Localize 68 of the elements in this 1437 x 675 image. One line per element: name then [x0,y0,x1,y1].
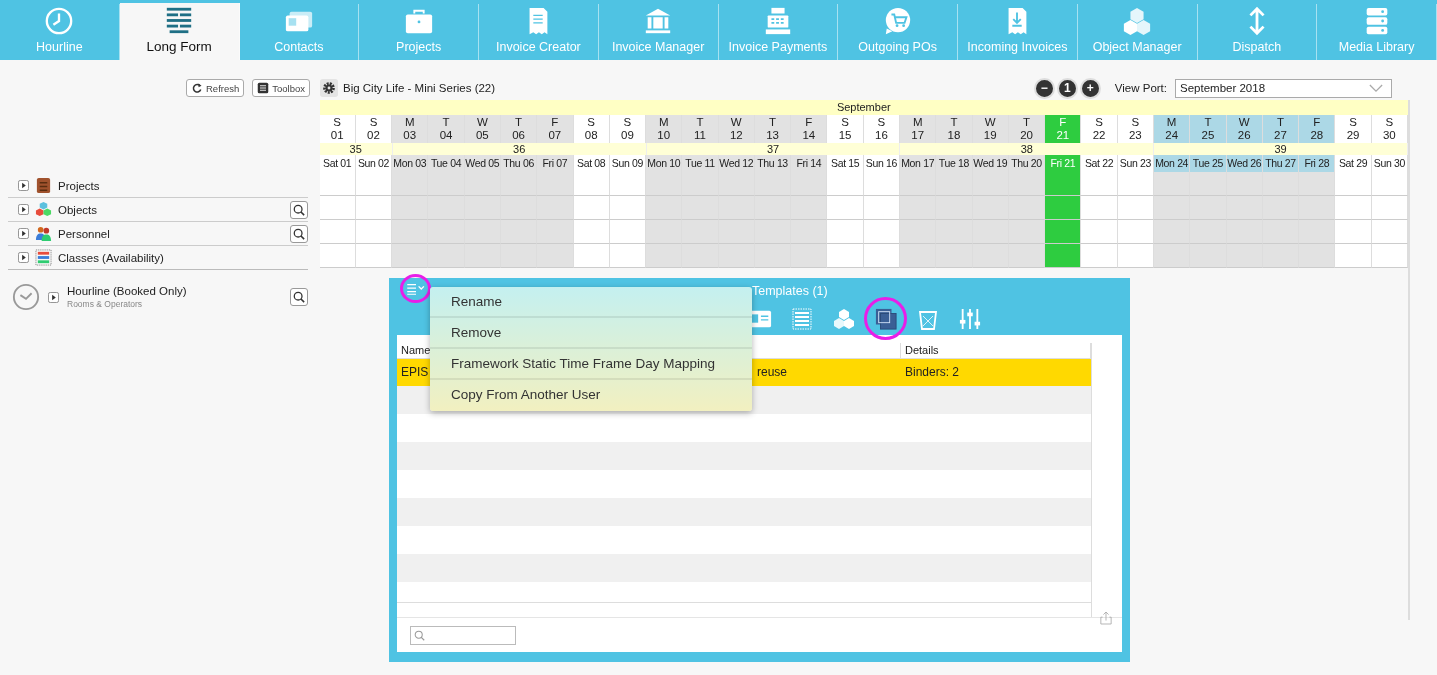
day-header: S 02 [355,115,393,143]
day-header: S 01 [319,115,356,143]
day-label: Fri 14 [791,155,828,172]
day-label: Mon 24 [1154,155,1191,172]
day-label: Wed 05 [464,155,501,172]
day-label: Fri 07 [537,155,574,172]
viewport-label: View Port: [1114,82,1167,94]
panel-title: Templates (1) [752,283,828,300]
table-cell: EPIS [401,365,429,379]
day-header: W 05 [464,115,501,143]
day-header: W 12 [718,115,755,143]
day-header: T 06 [500,115,538,143]
day-label: Fri 28 [1299,155,1336,172]
day-header: W 19 [972,115,1009,143]
day-header: M 24 [1154,115,1191,143]
day-label: Wed 19 [972,155,1009,172]
day-header: T 20 [1008,115,1046,143]
day-label: Fri 21 [1045,155,1082,172]
day-header: M 10 [646,115,683,143]
day-header: M 03 [392,115,429,143]
day-label: Sun 16 [863,155,901,172]
day-label: Thu 20 [1008,155,1046,172]
day-label: Thu 13 [754,155,792,172]
day-label: Sat 22 [1081,155,1118,172]
day-header: S 29 [1335,115,1372,143]
day-label: Sat 29 [1335,155,1372,172]
day-header: S 30 [1371,115,1408,143]
day-header: S 16 [863,115,901,143]
day-label: Sat 01 [319,155,356,172]
day-label: Sun 09 [609,155,647,172]
day-label: Tue 25 [1190,155,1227,172]
day-header: F 07 [537,115,574,143]
day-header: W 26 [1226,115,1263,143]
day-label: Thu 06 [500,155,538,172]
day-header: F 14 [791,115,828,143]
day-label: Sat 15 [827,155,864,172]
day-label: Tue 04 [428,155,465,172]
day-header: M 17 [900,115,937,143]
day-header: T 27 [1262,115,1300,143]
day-label: Thu 27 [1262,155,1300,172]
hourline-subtitle: Rooms & Operators [67,299,144,309]
day-label: Sun 23 [1117,155,1154,172]
day-label: Tue 18 [936,155,973,172]
day-label: Wed 12 [718,155,755,172]
day-label: Sat 08 [573,155,610,172]
day-label: Sun 30 [1371,155,1408,172]
day-label: Tue 11 [682,155,719,172]
day-label: Sun 02 [355,155,393,172]
day-header: T 11 [682,115,719,143]
day-header: S 09 [609,115,647,143]
day-header: T 18 [936,115,973,143]
day-header: S 22 [1081,115,1118,143]
day-header: T 04 [428,115,465,143]
day-header: S 08 [573,115,610,143]
month-header: September [319,100,1409,115]
day-header: F 21 [1045,115,1082,143]
project-title: Big City Life - Mini Series (22) [343,82,496,94]
day-label: Mon 03 [392,155,429,172]
day-header: F 28 [1299,115,1336,143]
day-header: T 13 [754,115,792,143]
table-cell: reuse [757,365,788,379]
day-label: Mon 17 [900,155,937,172]
day-label: Mon 10 [646,155,683,172]
day-header: S 23 [1117,115,1154,143]
day-header: T 25 [1190,115,1227,143]
table-cell: Binders: 2 [905,365,960,379]
day-header: S 15 [827,115,864,143]
day-label: Wed 26 [1226,155,1263,172]
